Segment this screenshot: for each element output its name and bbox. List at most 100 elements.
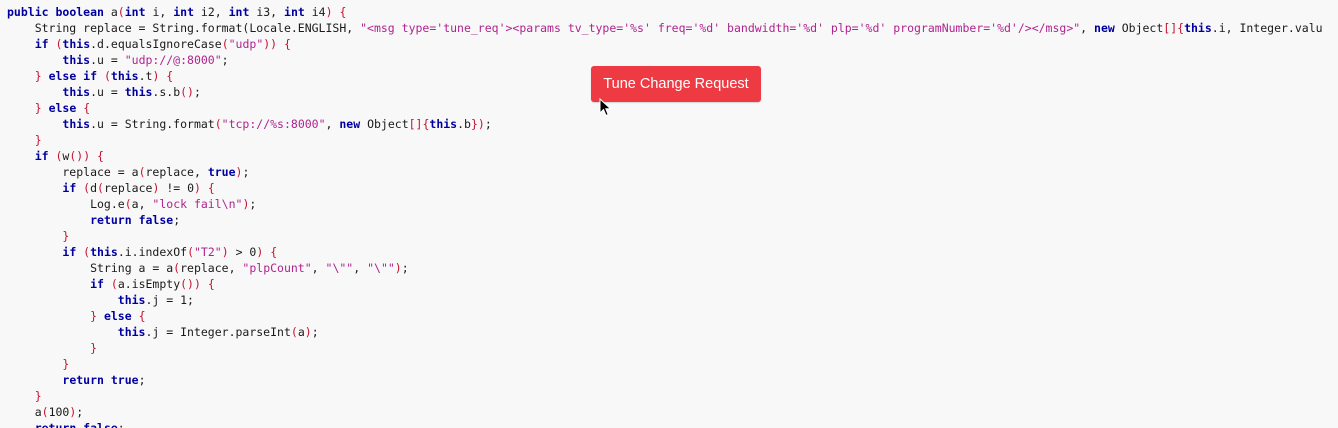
code-token: this bbox=[110, 69, 139, 83]
code-token: .u = String.format bbox=[90, 117, 215, 131]
code-token: .i, Integer.valu bbox=[1211, 21, 1323, 35]
code-token: i2, bbox=[200, 5, 229, 19]
code-token: i4 bbox=[311, 5, 326, 19]
code-token: } bbox=[34, 389, 42, 403]
code-line: this.j = Integer.parseInt(a); bbox=[7, 324, 1323, 340]
code-token: a.isEmpty bbox=[117, 277, 181, 291]
code-token: ( bbox=[187, 245, 194, 259]
code-token: ; bbox=[173, 213, 181, 227]
code-token: else bbox=[48, 101, 84, 115]
code-token: replace = a bbox=[7, 165, 139, 179]
code-token: )) { bbox=[263, 37, 291, 51]
code-token: ; bbox=[193, 85, 201, 99]
code-token: () bbox=[180, 85, 194, 99]
code-token: if bbox=[62, 181, 84, 195]
code-line: return false; bbox=[7, 420, 1323, 428]
code-line: return true; bbox=[7, 372, 1323, 388]
code-token: ; bbox=[249, 197, 257, 211]
code-token: this bbox=[1184, 21, 1212, 35]
code-line: if (d(replace) != 0) { bbox=[7, 180, 1323, 196]
code-token: else if bbox=[48, 69, 104, 83]
code-token: ) { bbox=[325, 5, 347, 19]
code-token: .u = bbox=[90, 85, 125, 99]
code-token: ( bbox=[97, 181, 104, 195]
code-token: this bbox=[62, 85, 91, 99]
code-token: } bbox=[62, 229, 70, 243]
code-token: a bbox=[297, 325, 305, 339]
code-token: public bbox=[7, 5, 56, 19]
code-token: ; bbox=[484, 117, 492, 131]
code-token: int bbox=[173, 5, 201, 19]
code-token: replace, bbox=[180, 261, 243, 275]
code-token: ) { bbox=[152, 69, 174, 83]
code-token: "\"" bbox=[325, 261, 354, 275]
code-token: ) bbox=[221, 245, 236, 259]
code-token: .j = 1; bbox=[145, 293, 194, 307]
code-token: "lock fail\n" bbox=[152, 197, 243, 211]
code-token: "tcp://%s:8000" bbox=[221, 117, 326, 131]
code-token: new bbox=[339, 117, 368, 131]
code-token: ; bbox=[117, 421, 125, 428]
code-token: } bbox=[34, 69, 49, 83]
code-token: ) bbox=[394, 261, 402, 275]
code-line: if (this.i.indexOf("T2") > 0) { bbox=[7, 244, 1323, 260]
code-token: a, bbox=[131, 197, 153, 211]
code-token: boolean bbox=[55, 5, 111, 19]
code-token: true bbox=[110, 373, 139, 387]
code-token: Object bbox=[367, 117, 409, 131]
code-token: Object bbox=[1121, 21, 1164, 35]
code-token: if bbox=[34, 37, 56, 51]
code-token: else bbox=[103, 309, 139, 323]
code-token: .u = bbox=[90, 53, 125, 67]
code-token: String replace = String.format(Locale.EN… bbox=[7, 21, 361, 35]
code-token: .b bbox=[457, 117, 471, 131]
code-line: if (this.d.equalsIgnoreCase("udp")) { bbox=[7, 36, 1323, 52]
code-token: ( bbox=[103, 69, 111, 83]
code-token: this bbox=[62, 117, 91, 131]
code-token: this bbox=[117, 325, 146, 339]
code-token: return bbox=[62, 373, 111, 387]
code-line: String a = a(replace, "plpCount", "\"", … bbox=[7, 260, 1323, 276]
code-token: , bbox=[311, 261, 326, 275]
code-token: ) bbox=[152, 181, 167, 195]
code-token: "<msg type='tune_req'><params tv_type='%… bbox=[360, 21, 1081, 35]
code-line: } bbox=[7, 388, 1323, 404]
code-token: false bbox=[83, 421, 118, 428]
code-token: d bbox=[90, 181, 98, 195]
arrow-pointer-icon bbox=[599, 98, 612, 117]
code-token: } bbox=[90, 341, 98, 355]
code-token: this bbox=[117, 293, 146, 307]
code-token: } bbox=[90, 309, 104, 323]
code-token: if bbox=[90, 277, 111, 291]
code-token: ( bbox=[117, 5, 125, 19]
code-token: ; bbox=[242, 165, 250, 179]
code-token: "\"" bbox=[367, 261, 395, 275]
code-line: } else { bbox=[7, 308, 1323, 324]
code-token: this bbox=[62, 37, 91, 51]
tune-change-request-button[interactable]: Tune Change Request bbox=[591, 66, 761, 102]
code-token: } bbox=[34, 101, 49, 115]
code-line: } bbox=[7, 356, 1323, 372]
code-token: i3, bbox=[256, 5, 285, 19]
code-token: , bbox=[325, 117, 340, 131]
code-token: ( bbox=[221, 37, 229, 51]
code-line: a(100); bbox=[7, 404, 1323, 420]
code-token: replace, bbox=[145, 165, 208, 179]
code-token: []{ bbox=[408, 117, 430, 131]
code-token: .j = Integer.parseInt bbox=[145, 325, 291, 339]
code-token: return bbox=[90, 213, 139, 227]
code-token: { bbox=[138, 309, 146, 323]
code-token: .d.equalsIgnoreCase bbox=[90, 37, 222, 51]
code-token: this bbox=[62, 53, 91, 67]
code-line: replace = a(replace, true); bbox=[7, 164, 1323, 180]
code-token: ()) { bbox=[69, 149, 104, 163]
code-token: ; bbox=[311, 325, 319, 339]
